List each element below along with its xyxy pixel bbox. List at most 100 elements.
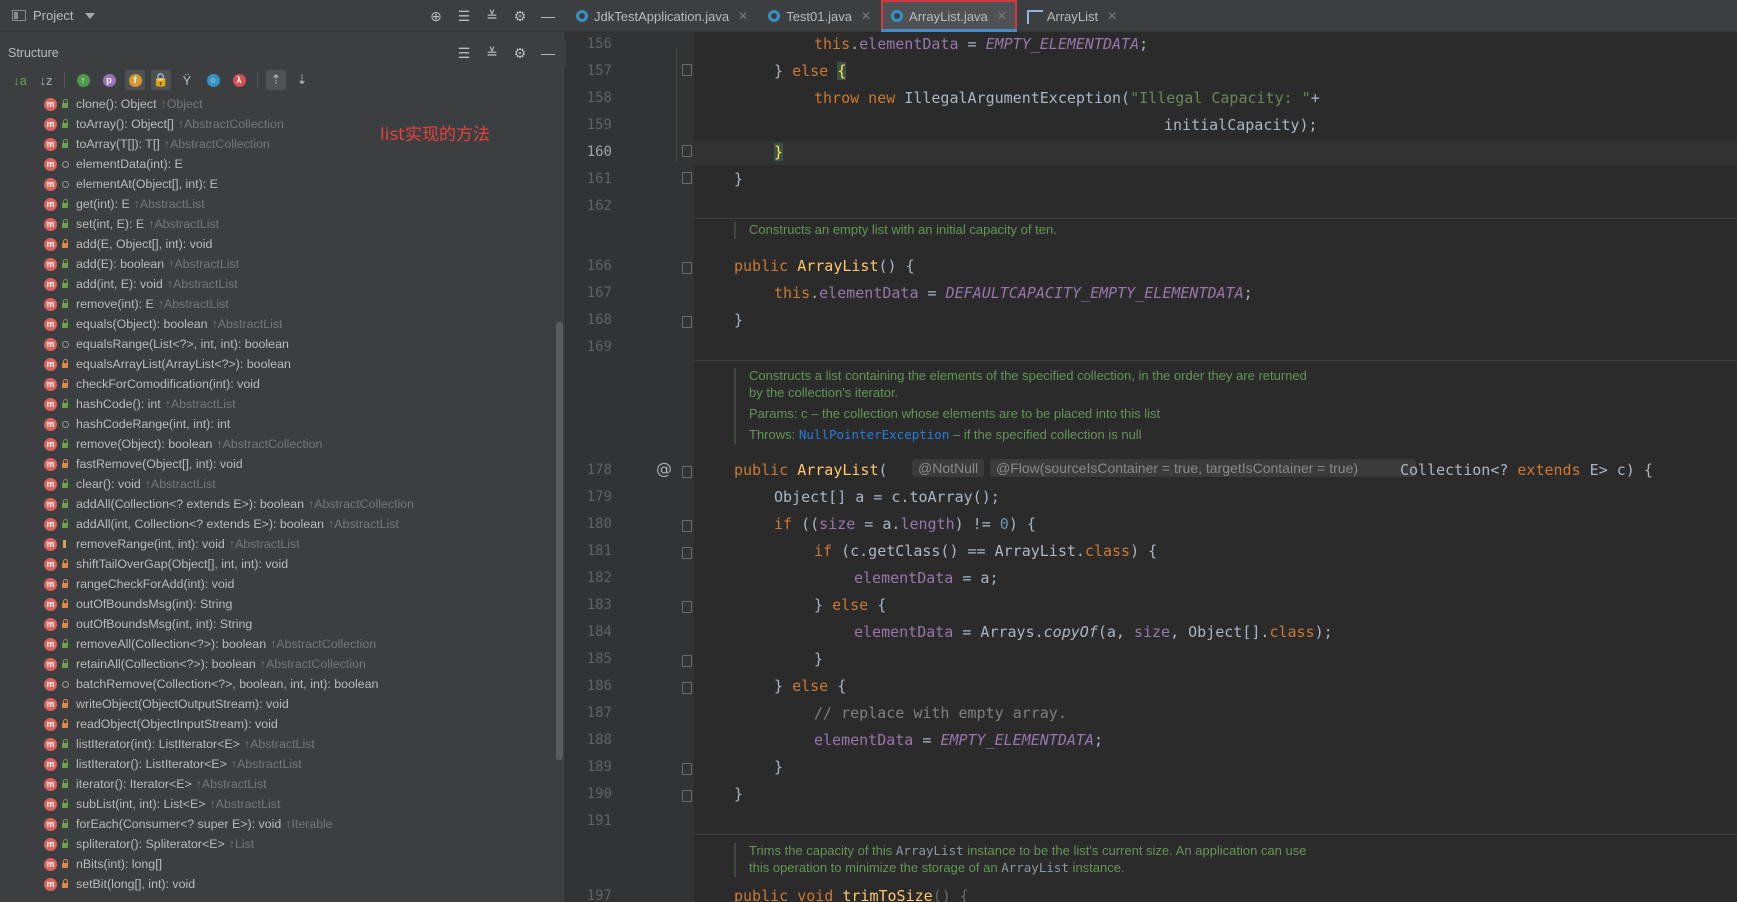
method-origin: ↑AbstractCollection [163, 137, 270, 151]
structure-method-item[interactable]: m subList(int, int): List<E> ↑AbstractList [0, 794, 556, 814]
method-signature: add(int, E): void [76, 277, 163, 291]
code-line-157: } else { [774, 62, 847, 80]
structure-method-item[interactable]: m rangeCheckForAdd(int): void [0, 574, 556, 594]
structure-method-item[interactable]: m add(E, Object[], int): void [0, 234, 556, 254]
structure-method-item[interactable]: m checkForComodification(int): void [0, 374, 556, 394]
autoscroll-to-source-icon[interactable]: ⇡ [266, 70, 286, 90]
structure-method-item[interactable]: m iterator(): Iterator<E> ↑AbstractList [0, 774, 556, 794]
structure-method-item[interactable]: m set(int, E): E ↑AbstractList [0, 214, 556, 234]
close-icon[interactable]: ✕ [738, 9, 748, 23]
gear-icon[interactable]: ⚙ [510, 6, 530, 26]
structure-method-item[interactable]: m hashCodeRange(int, int): int [0, 414, 556, 434]
structure-method-item[interactable]: m retainAll(Collection<?>): boolean ↑Abstr… [0, 654, 556, 674]
filter-icon[interactable]: Ÿ [177, 70, 197, 90]
method-signature: elementData(int): E [76, 157, 183, 171]
structure-method-item[interactable]: m remove(Object): boolean ↑AbstractCollect… [0, 434, 556, 454]
sort-visibility-icon[interactable]: ↓a [10, 70, 30, 90]
gutter-annotation-marker[interactable]: @ [656, 459, 672, 478]
fold-marker[interactable] [682, 790, 692, 802]
structure-method-item[interactable]: m addAll(int, Collection<? extends E>): b… [0, 514, 556, 534]
structure-method-item[interactable]: m setBit(long[], int): void [0, 874, 556, 894]
structure-method-item[interactable]: m writeObject(ObjectOutputStream): void [0, 694, 556, 714]
structure-method-item[interactable]: m add(E): boolean ↑AbstractList [0, 254, 556, 274]
minimize-icon[interactable]: — [538, 43, 558, 63]
show-anonymous-icon[interactable]: λ [229, 70, 249, 90]
collapse-all-icon[interactable]: ≚ [482, 43, 502, 63]
fold-marker[interactable] [682, 655, 692, 667]
structure-method-item[interactable]: m hashCode(): int ↑AbstractList [0, 394, 556, 414]
show-inherited-icon[interactable]: ↑ [73, 70, 93, 90]
method-signature: remove(int): E [76, 297, 154, 311]
structure-method-item[interactable]: m add(int, E): void ↑AbstractList [0, 274, 556, 294]
autoscroll-from-source-icon[interactable]: ⇣ [292, 70, 312, 90]
fold-marker[interactable] [682, 145, 692, 157]
show-fields-icon[interactable]: f [125, 70, 145, 90]
gear-icon[interactable]: ⚙ [510, 43, 530, 63]
fold-marker[interactable] [682, 172, 692, 184]
structure-method-item[interactable]: m clear(): void ↑AbstractList [0, 474, 556, 494]
method-origin: ↑AbstractList [211, 317, 283, 331]
method-signature: readObject(ObjectInputStream): void [76, 717, 278, 731]
tab-arraylist-diagram[interactable]: ArrayList ✕ [1017, 0, 1127, 32]
collapse-all-icon[interactable]: ≚ [482, 6, 502, 26]
minimize-icon[interactable]: — [538, 6, 558, 26]
line-number: 191 [586, 813, 612, 829]
fold-marker[interactable] [682, 466, 692, 478]
package-visibility-icon [60, 339, 70, 349]
tab-jdktestapplication[interactable]: JdkTestApplication.java ✕ [566, 0, 758, 32]
fold-marker[interactable] [682, 316, 692, 328]
structure-method-item[interactable]: m nBits(int): long[] [0, 854, 556, 874]
structure-method-item[interactable]: m remove(int): E ↑AbstractList [0, 294, 556, 314]
tab-test01[interactable]: Test01.java ✕ [758, 0, 881, 32]
locate-icon[interactable]: ⊕ [426, 6, 446, 26]
method-origin: ↑AbstractList [230, 757, 302, 771]
structure-method-item[interactable]: m clone(): Object ↑Object [0, 94, 556, 114]
close-icon[interactable]: ✕ [997, 9, 1007, 23]
structure-method-item[interactable]: m forEach(Consumer<? super E>): void ↑Iter… [0, 814, 556, 834]
structure-method-item[interactable]: m removeAll(Collection<?>): boolean ↑Abstr… [0, 634, 556, 654]
structure-method-item[interactable]: m get(int): E ↑AbstractList [0, 194, 556, 214]
structure-method-item[interactable]: m readObject(ObjectInputStream): void [0, 714, 556, 734]
structure-method-item[interactable]: m fastRemove(Object[], int): void [0, 454, 556, 474]
show-properties-icon[interactable]: p [99, 70, 119, 90]
method-icon: m [44, 717, 57, 731]
method-signature: removeRange(int, int): void [76, 537, 225, 551]
red-annotation-text: list实现的方法 [380, 125, 490, 145]
structure-method-item[interactable]: m addAll(Collection<? extends E>): boolea… [0, 494, 556, 514]
structure-method-item[interactable]: m removeRange(int, int): void ↑AbstractLis… [0, 534, 556, 554]
structure-method-item[interactable]: m listIterator(): ListIterator<E> ↑Abstrac… [0, 754, 556, 774]
close-icon[interactable]: ✕ [1107, 9, 1117, 23]
method-signature: toArray(T[]): T[] [76, 137, 160, 151]
fold-marker[interactable] [682, 262, 692, 274]
structure-method-item[interactable]: m elementData(int): E [0, 154, 556, 174]
structure-method-item[interactable]: m batchRemove(Collection<?>, boolean, int… [0, 674, 556, 694]
fold-marker[interactable] [682, 547, 692, 559]
structure-method-item[interactable]: m outOfBoundsMsg(int): String [0, 594, 556, 614]
code-line-158: throw new IllegalArgumentException("Ille… [814, 89, 1320, 107]
structure-method-item[interactable]: m shiftTailOverGap(Object[], int, int): v… [0, 554, 556, 574]
tab-arraylist-java[interactable]: ArrayList.java ✕ [881, 0, 1017, 32]
fold-marker[interactable] [682, 763, 692, 775]
close-icon[interactable]: ✕ [861, 9, 871, 23]
show-lambdas-icon[interactable]: ○ [203, 70, 223, 90]
expand-all-icon[interactable]: ☰ [454, 6, 474, 26]
public-visibility-icon [60, 639, 70, 649]
sort-alpha-icon[interactable]: ↓z [36, 70, 56, 90]
structure-method-item[interactable]: m equalsArrayList(ArrayList<?>): boolean [0, 354, 556, 374]
structure-scrollbar[interactable] [556, 322, 563, 760]
expand-all-icon[interactable]: ☰ [454, 43, 474, 63]
project-selector[interactable]: Project [12, 8, 96, 23]
structure-method-item[interactable]: m spliterator(): Spliterator<E> ↑List [0, 834, 556, 854]
fold-marker[interactable] [682, 520, 692, 532]
structure-method-item[interactable]: m equals(Object): boolean ↑AbstractList [0, 314, 556, 334]
structure-method-item[interactable]: m equalsRange(List<?>, int, int): boolean [0, 334, 556, 354]
fold-marker[interactable] [682, 64, 692, 76]
method-icon: m [44, 837, 57, 851]
show-non-public-icon[interactable]: 🔒 [151, 70, 171, 90]
structure-method-item[interactable]: m outOfBoundsMsg(int, int): String [0, 614, 556, 634]
fold-marker[interactable] [682, 682, 692, 694]
structure-method-item[interactable]: m listIterator(int): ListIterator<E> ↑Abst… [0, 734, 556, 754]
fold-marker[interactable] [682, 601, 692, 613]
structure-method-item[interactable]: m elementAt(Object[], int): E [0, 174, 556, 194]
exception-link[interactable]: NullPointerException [799, 427, 950, 442]
